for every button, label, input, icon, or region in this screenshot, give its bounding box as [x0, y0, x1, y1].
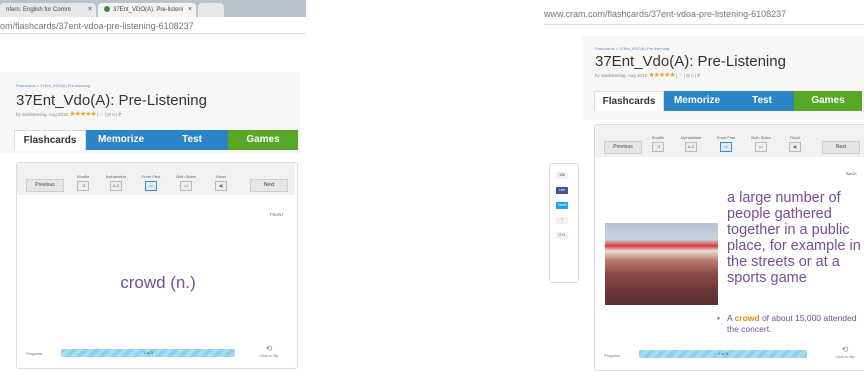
progress-text: 1 of 5: [142, 350, 153, 355]
browser-tab-1-label: nfern: English for Comm: [6, 7, 71, 13]
shuffle-icon: ⤨: [77, 181, 89, 191]
progress-bar: 1 of 5: [639, 350, 807, 358]
both-sides-icon: ▭: [755, 142, 767, 152]
alphabetize-tool[interactable]: Alphabetize A-Z: [676, 135, 706, 152]
browser-tab-1[interactable]: nfern: English for Comm ×: [0, 3, 96, 17]
read-label: Read: [790, 135, 800, 140]
card-side-label: BACK: [846, 171, 857, 176]
deck-meta-extra: | ♡ | ⊟ 0 | ⁋: [96, 112, 122, 117]
page-title: 37Ent_Vdo(A): Pre-Listening: [16, 92, 207, 109]
crowd-photo: [605, 223, 718, 305]
address-bar-url: om/flashcards/37ent-vdoa-pre-listening-6…: [0, 21, 194, 31]
next-button[interactable]: Next: [822, 141, 860, 154]
read-aloud-icon: ◀): [215, 181, 227, 191]
flip-control[interactable]: ⟲ Click to flip: [254, 344, 284, 358]
card-definition: a large number of people gathered togeth…: [727, 190, 861, 286]
facebook-like-button[interactable]: Like: [556, 187, 568, 194]
page-title: 37Ent_Vdo(A): Pre-Listening: [595, 53, 786, 70]
cram-favicon-icon: [104, 6, 110, 13]
bullet: •: [717, 313, 720, 323]
deck-meta: by swelistening, Aug 2015 ★★★★★ | ♡ | ⊟ …: [595, 71, 700, 79]
shuffle-tool[interactable]: Shuffle ⤨: [647, 135, 669, 152]
tab-games[interactable]: Games: [228, 130, 298, 150]
google-plus-button[interactable]: G+1: [556, 232, 568, 239]
example-highlight: crowd: [734, 313, 760, 323]
browser-tab-2-label: 37Ent_VDO(A): Pre-listeni: [113, 7, 184, 13]
address-bar-url: www.cram.com/flashcards/37ent-vdoa-pre-l…: [544, 9, 787, 19]
close-icon[interactable]: ×: [88, 3, 92, 17]
both-sides-icon: ▭: [180, 181, 192, 191]
flip-label: Click to flip: [835, 354, 855, 359]
front-first-tool[interactable]: Front First ▭: [138, 174, 164, 191]
new-tab-button[interactable]: [198, 3, 224, 17]
deck-meta-extra: | ♡ | ⊟ 0 | ⁋: [675, 73, 701, 78]
front-first-icon: ▭: [145, 181, 157, 191]
flashcard-term[interactable]: crowd (n.): [60, 273, 256, 293]
alphabetize-label: Alphabetize: [105, 174, 127, 179]
byline: by swelistening, Aug 2015: [16, 112, 69, 117]
share-icon[interactable]: ⇡: [556, 217, 568, 224]
browser-tab-2[interactable]: 37Ent_VDO(A): Pre-listeni ×: [98, 3, 196, 17]
tab-memorize[interactable]: Memorize: [86, 130, 156, 150]
front-first-label: Front First: [141, 174, 161, 179]
mode-tabs: Flashcards Memorize Test Games: [14, 130, 298, 150]
progress-label: Progress: [604, 353, 621, 358]
breadcrumb[interactable]: Flashcards > 37Ent_VDO(A) Pre-listening: [16, 83, 90, 88]
next-button[interactable]: Next: [250, 179, 288, 192]
tab-flashcards[interactable]: Flashcards: [594, 91, 664, 111]
address-bar[interactable]: www.cram.com/flashcards/37ent-vdoa-pre-l…: [544, 7, 864, 21]
shuffle-tool[interactable]: Shuffle ⤨: [72, 174, 94, 191]
example-text-start: A: [727, 313, 735, 323]
rating-stars-icon[interactable]: ★★★★★: [69, 111, 96, 118]
shuffle-icon: ⤨: [652, 142, 664, 152]
tab-flashcards[interactable]: Flashcards: [14, 130, 86, 150]
flip-icon: ⟲: [265, 344, 273, 353]
card-example: • A crowd of about 15,000 attended the c…: [717, 313, 862, 335]
front-first-icon: ▭: [720, 142, 732, 152]
flip-icon: ⟲: [841, 345, 849, 354]
close-icon[interactable]: ×: [188, 3, 192, 17]
read-tool[interactable]: Read ◀): [784, 135, 806, 152]
tab-games[interactable]: Games: [794, 91, 862, 111]
like-count-badge[interactable]: 10k: [556, 172, 568, 179]
address-bar-divider: [544, 24, 864, 25]
previous-button[interactable]: Previous: [604, 141, 642, 154]
tweet-button[interactable]: Tweet: [556, 202, 568, 209]
flip-label: Click to flip: [259, 353, 279, 358]
tab-test[interactable]: Test: [156, 130, 228, 150]
read-label: Read: [216, 174, 226, 179]
mode-tabs: Flashcards Memorize Test Games: [594, 91, 864, 111]
tab-test[interactable]: Test: [730, 91, 794, 111]
both-sides-label: Both Sides: [176, 174, 196, 179]
rating-stars-icon[interactable]: ★★★★★: [648, 72, 675, 79]
deck-meta: by swelistening, Aug 2015 ★★★★★ | ♡ | ⊟ …: [16, 110, 121, 118]
front-first-label: Front First: [716, 135, 736, 140]
alphabetize-icon: A-Z: [110, 181, 122, 191]
byline: by swelistening, Aug 2015: [595, 73, 648, 78]
alphabetize-tool[interactable]: Alphabetize A-Z: [101, 174, 131, 191]
both-sides-tool[interactable]: Both Sides ▭: [747, 135, 775, 152]
previous-button[interactable]: Previous: [26, 179, 64, 192]
right-screenshot: www.cram.com/flashcards/37ent-vdoa-pre-l…: [544, 0, 864, 371]
front-first-tool[interactable]: Front First ▭: [713, 135, 739, 152]
social-buttons: 10k Like Tweet ⇡ G+1: [556, 172, 568, 247]
breadcrumb[interactable]: Flashcards > 37Ent_VDO(A) Pre-listening: [595, 46, 669, 51]
address-bar[interactable]: om/flashcards/37ent-vdoa-pre-listening-6…: [0, 19, 306, 34]
alphabetize-icon: A-Z: [685, 142, 697, 152]
both-sides-label: Both Sides: [751, 135, 771, 140]
read-aloud-icon: ◀): [789, 142, 801, 152]
left-screenshot: nfern: English for Comm × 37Ent_VDO(A): …: [0, 0, 306, 369]
read-tool[interactable]: Read ◀): [210, 174, 232, 191]
alphabetize-label: Alphabetize: [680, 135, 702, 140]
shuffle-label: Shuffle: [651, 135, 665, 140]
card-side-label: FRONT: [270, 212, 284, 217]
progress-bar: 1 of 5: [61, 349, 235, 357]
progress-text: 1 of 5: [717, 351, 728, 356]
progress-label: Progress: [26, 351, 43, 356]
both-sides-tool[interactable]: Both Sides ▭: [172, 174, 200, 191]
flip-control[interactable]: ⟲ Click to flip: [830, 345, 860, 359]
tab-memorize[interactable]: Memorize: [664, 91, 730, 111]
shuffle-label: Shuffle: [76, 174, 90, 179]
